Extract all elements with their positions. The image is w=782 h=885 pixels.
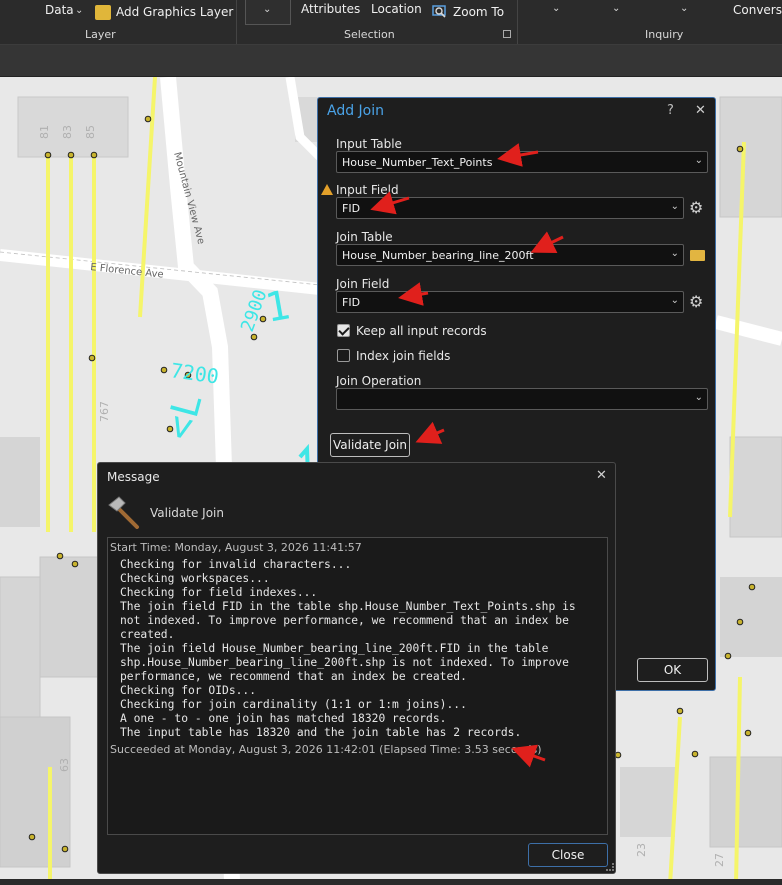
annotation-arrow — [511, 744, 546, 768]
annotation-arrow — [530, 231, 564, 254]
annotation-arrow — [415, 421, 445, 444]
annotation-arrow — [497, 143, 539, 167]
status-bar — [0, 879, 782, 885]
annotation-arrows — [370, 143, 564, 768]
annotation-arrow — [370, 191, 410, 215]
annotation-arrow — [398, 282, 429, 306]
